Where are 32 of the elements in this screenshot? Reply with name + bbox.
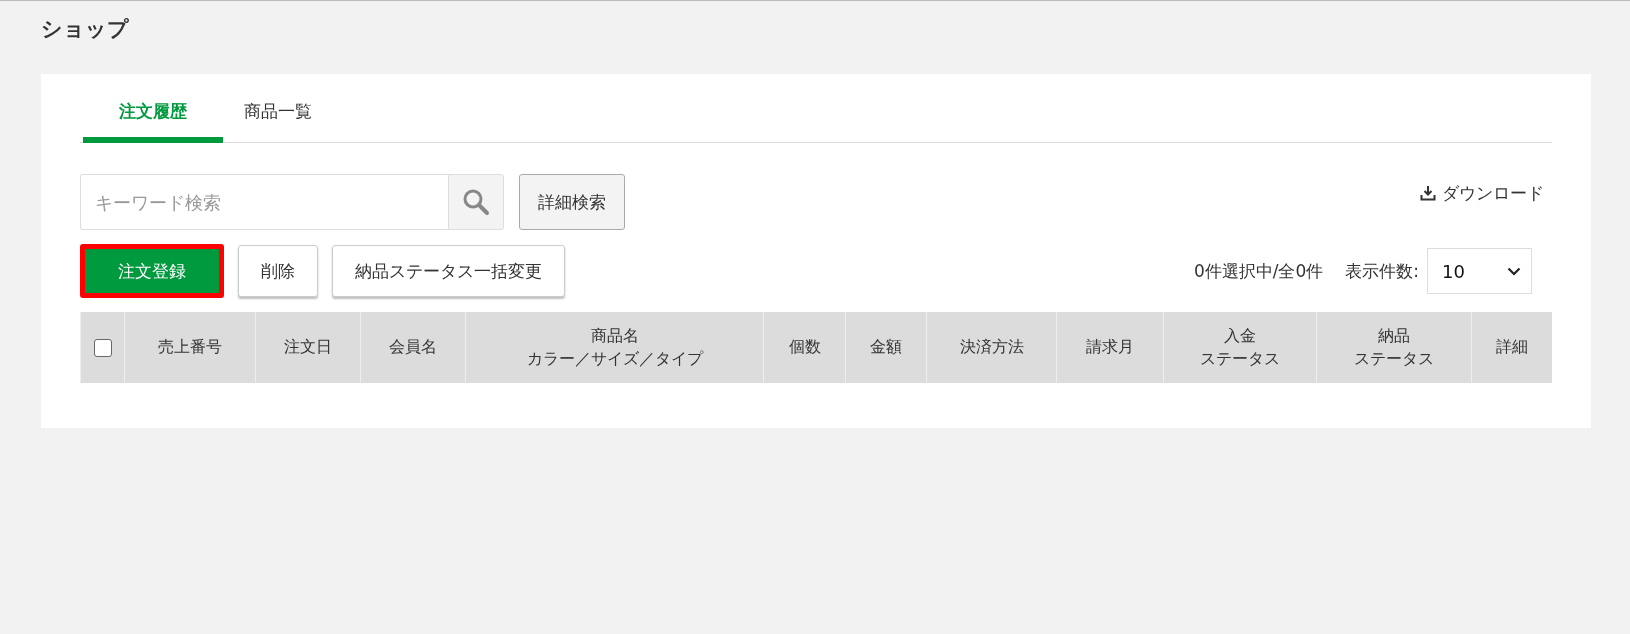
column-header: 納品: [1377, 325, 1412, 348]
tab[interactable]: 注文履歴: [83, 92, 223, 143]
chevron-down-icon: [1507, 266, 1521, 276]
search-button[interactable]: [448, 174, 504, 230]
advanced-search-button[interactable]: 詳細検索: [519, 174, 625, 230]
download-icon: [1420, 185, 1436, 201]
column-header: 請求月: [1085, 336, 1136, 359]
tab[interactable]: 商品一覧: [223, 92, 333, 143]
column-header: カラー／サイズ／タイプ: [525, 347, 705, 370]
search-icon: [462, 188, 490, 216]
download-link[interactable]: ダウンロード: [1420, 181, 1544, 205]
page-size-label: 表示件数:: [1345, 259, 1419, 283]
column-header: 会員名: [388, 336, 439, 359]
action-button[interactable]: 削除: [238, 245, 318, 297]
primary-button[interactable]: 注文登録: [80, 244, 224, 298]
column-header: ステータス: [1353, 347, 1436, 370]
download-label: ダウンロード: [1442, 181, 1544, 205]
page-size-select[interactable]: 10: [1427, 248, 1532, 294]
search-field[interactable]: キーワード検索: [80, 174, 448, 230]
column-header: 決済方法: [958, 336, 1025, 359]
page-title: ショップ: [41, 16, 130, 43]
column-header: 商品名: [589, 325, 640, 348]
column-header: 個数: [787, 336, 822, 359]
column-header: 詳細: [1495, 336, 1530, 359]
action-button[interactable]: 納品ステータス一括変更: [332, 245, 565, 297]
column-header: ステータス: [1199, 347, 1282, 370]
column-header: 金額: [869, 336, 904, 359]
column-header: 入金: [1223, 325, 1258, 348]
select-all-checkbox[interactable]: [93, 338, 112, 357]
selection-count: 0件選択中/全0件: [1193, 259, 1324, 283]
column-header: 売上番号: [157, 336, 223, 359]
column-header: 注文日: [283, 336, 334, 359]
